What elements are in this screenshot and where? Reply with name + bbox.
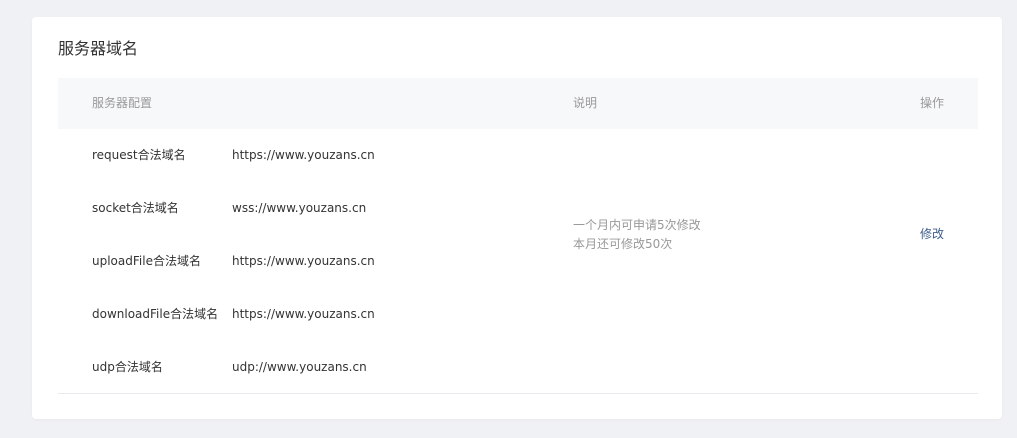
column-header-config: 服务器配置 (92, 96, 153, 110)
domain-value: https://www.youzans.cn (232, 148, 375, 162)
description-line-2: 本月还可修改50次 (573, 237, 673, 251)
domain-value: https://www.youzans.cn (232, 307, 375, 321)
table-bottom-divider (58, 393, 978, 394)
description-line-1: 一个月内可申请5次修改 (573, 218, 701, 232)
domain-value: https://www.youzans.cn (232, 254, 375, 268)
column-header-description: 说明 (573, 96, 598, 110)
section-title: 服务器域名 (58, 39, 139, 58)
table-row: downloadFile合法域名 https://www.youzans.cn (58, 288, 618, 341)
table-row: uploadFile合法域名 https://www.youzans.cn (58, 235, 618, 288)
column-header-operation: 操作 (920, 96, 945, 110)
modify-button[interactable]: 修改 (920, 225, 944, 243)
domain-label: udp合法域名 (92, 360, 163, 374)
domain-label: request合法域名 (92, 148, 186, 162)
table-header: 服务器配置 说明 操作 (58, 78, 978, 129)
modification-description: 一个月内可申请5次修改 本月还可修改50次 (573, 216, 701, 254)
domain-label: uploadFile合法域名 (92, 254, 201, 268)
domain-label: downloadFile合法域名 (92, 307, 219, 321)
domain-value: udp://www.youzans.cn (232, 360, 367, 374)
table-row: udp合法域名 udp://www.youzans.cn (58, 341, 618, 394)
server-domain-card: 服务器域名 服务器配置 说明 操作 request合法域名 https://ww… (32, 17, 1002, 419)
domain-value: wss://www.youzans.cn (232, 201, 367, 215)
table-row: request合法域名 https://www.youzans.cn (58, 129, 618, 182)
table-row: socket合法域名 wss://www.youzans.cn (58, 182, 618, 235)
domain-label: socket合法域名 (92, 201, 179, 215)
